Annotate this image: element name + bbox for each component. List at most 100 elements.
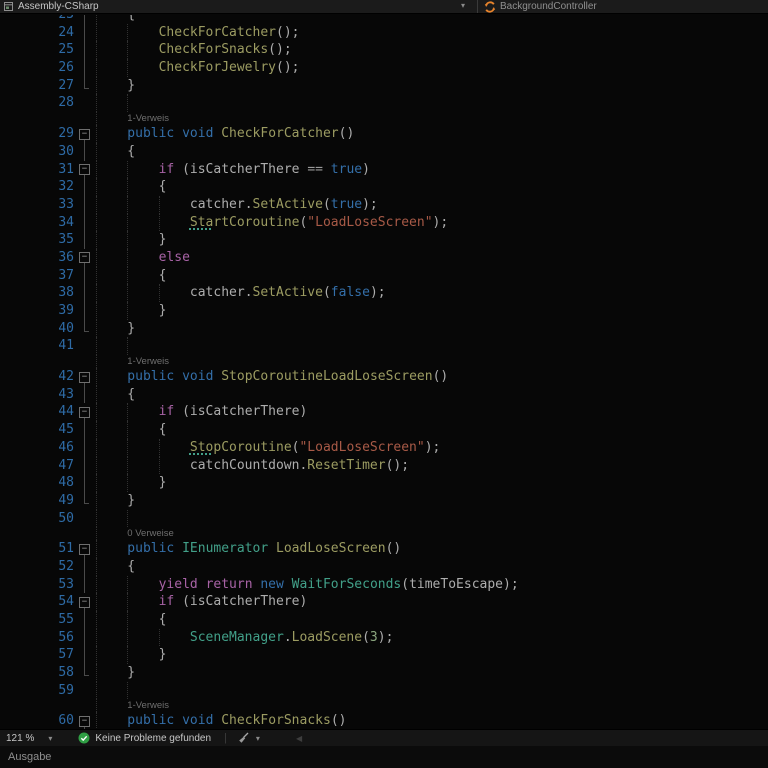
code-line[interactable]: 58} [0,664,768,682]
code-token: (); [268,42,292,58]
class-dropdown[interactable]: BackgroundController [484,0,597,13]
fold-guide [74,59,96,77]
tab-output[interactable]: Ausgabe [8,751,51,763]
code-token: public [127,369,175,385]
code-line[interactable]: 37 { [0,266,768,285]
code-line[interactable]: 43 { [0,385,768,404]
code-token: () [330,713,347,729]
code-line[interactable]: 39} [0,302,768,320]
code-token: () [432,369,449,385]
code-token: isCatcherThere [189,161,300,177]
line-number: 35 [58,232,74,248]
editor-status-bar: 121 % ▾ Keine Probleme gefunden | ▾ ◀ [0,729,768,746]
codelens-label[interactable]: 1-Verweis [127,699,169,712]
code-line[interactable]: 26 CheckForJewelry (); [0,59,768,77]
code-line[interactable]: 51− public IEnumerator LoadLoseScreen() [0,540,768,558]
chevron-down-icon[interactable]: ▾ [48,734,52,743]
code-line[interactable]: 24 CheckForCatcher (); [0,23,768,42]
code-line[interactable]: 48} [0,474,768,492]
code-editor[interactable]: 23{24CheckForCatcher();25CheckForSnacks(… [0,15,768,729]
code-line[interactable]: 46 StopCoroutine("LoadLoseScreen"); [0,438,768,457]
chevron-down-icon[interactable]: ▾ [256,734,260,743]
code-line[interactable]: 42− public void StopCoroutineLoadLoseScre… [0,368,768,386]
code-line[interactable]: 57} [0,646,768,665]
line-number: 52 [58,558,74,574]
code-line[interactable]: 35} [0,231,768,249]
code-line[interactable]: 38 catcher. SetActive(false); [0,284,768,302]
code-token: { [127,143,136,159]
code-token: } [127,492,136,508]
code-line[interactable]: 54− if (isCatcherThere) [0,593,768,611]
code-line[interactable]: 33 catcher. SetActive(true); [0,195,768,214]
code-token: { [158,422,167,438]
code-line[interactable]: 52 { [0,557,768,576]
code-line[interactable]: 30 { [0,142,768,161]
code-line[interactable]: 60− public void CheckForSnacks() [0,712,768,729]
code-token: ( [322,285,331,301]
code-line[interactable]: 50 [0,509,768,528]
code-line[interactable]: 34 StartCoroutine("LoadLoseScreen"); [0,213,768,232]
scrollbar-left-arrow[interactable]: ◀ [296,734,302,743]
code-token: public [127,713,175,729]
fold-toggle[interactable]: − [74,368,96,386]
code-cleanup-button[interactable]: ▾ [238,732,260,744]
codelens-references[interactable]: 1-Verweis [0,112,768,126]
chevron-down-icon[interactable]: ▾ [461,1,465,10]
fold-toggle[interactable]: − [74,403,96,422]
code-line[interactable]: 29− public void CheckForCatcher() [0,125,768,143]
line-number: 50 [58,510,74,526]
code-token: void [182,126,214,142]
fold-toggle[interactable]: − [74,125,96,143]
fold-toggle[interactable]: − [74,161,96,179]
fold-guide [74,474,96,492]
code-token: ); [432,214,449,230]
code-token: SetActive [252,285,323,301]
line-number: 57 [58,647,74,663]
code-line[interactable]: 28 [0,94,768,113]
code-line[interactable]: 36− else [0,248,768,267]
code-line[interactable]: 49} [0,491,768,510]
codelens-label[interactable]: 0 Verweise [127,527,173,540]
code-token: ) [299,404,308,420]
zoom-level[interactable]: 121 % [6,733,34,744]
code-token: CheckForCatcher [158,24,276,40]
code-line[interactable]: 47 catchCountdown. ResetTimer (); [0,456,768,475]
code-line[interactable]: 25 CheckForSnacks (); [0,41,768,60]
codelens-references[interactable]: 0 Verweise [0,527,768,541]
health-indicator[interactable]: Keine Probleme gefunden [78,732,211,744]
project-dropdown[interactable]: Assembly-CSharp [3,0,99,13]
code-line[interactable]: 27} [0,76,768,95]
code-line[interactable]: 59 [0,681,768,700]
code-token: ( [291,439,300,455]
code-token: ); [377,629,394,645]
code-line[interactable]: 41 [0,337,768,356]
code-token: public [127,126,175,142]
code-line[interactable]: 53 yield return new WaitForSeconds(timeTo… [0,575,768,594]
fold-toggle[interactable]: − [74,249,96,267]
code-line[interactable]: 32 { [0,178,768,196]
codelens-label[interactable]: 1-Verweis [127,112,169,125]
fold-toggle[interactable]: − [74,540,96,558]
fold-guide [74,302,96,320]
code-line[interactable]: 44− if (isCatcherThere) [0,403,768,422]
code-line[interactable]: 23 { [0,15,768,24]
fold-guide [74,682,96,700]
fold-toggle[interactable]: − [74,712,96,729]
code-line[interactable]: 56 SceneManager. LoadScene(3); [0,628,768,647]
codelens-references[interactable]: 1-Verweis [0,355,768,369]
fold-toggle[interactable]: − [74,593,96,611]
code-token: ); [424,439,441,455]
code-token: SetActive [252,196,323,212]
code-line[interactable]: 45 { [0,421,768,439]
code-token: ( [322,196,331,212]
fold-guide [74,664,96,682]
code-line[interactable]: 31− if (isCatcherThere == true) [0,160,768,179]
code-token: { [127,386,136,402]
codelens-label[interactable]: 1-Verweis [127,355,169,368]
code-line[interactable]: 40} [0,319,768,338]
code-token: ); [503,576,519,592]
code-line[interactable]: 55 { [0,611,768,629]
codelens-references[interactable]: 1-Verweis [0,699,768,713]
